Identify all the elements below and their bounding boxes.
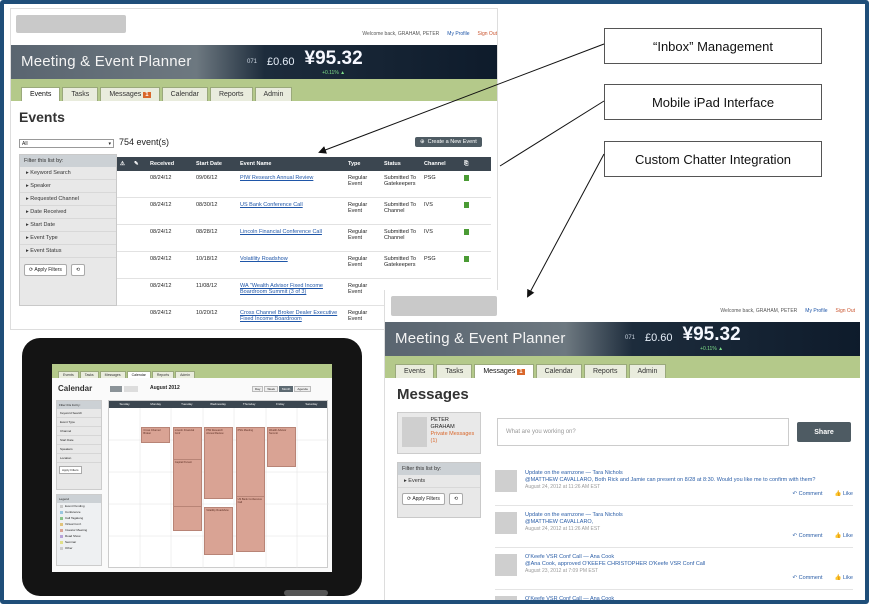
arrow-inbox xyxy=(318,43,605,154)
callout-arrows xyxy=(318,43,605,298)
arrow-chatter xyxy=(527,153,605,298)
arrow-ipad xyxy=(499,100,605,167)
